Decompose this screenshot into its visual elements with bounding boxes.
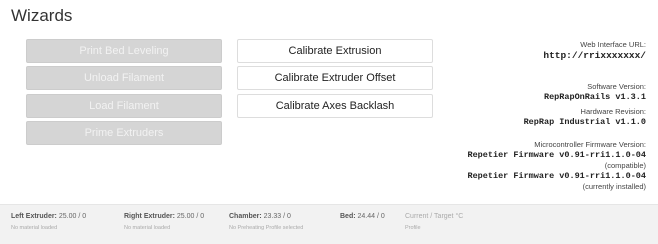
temperature-legend-sub: Profile (405, 225, 421, 231)
right-extruder-status: Right Extruder: 25.00 / 0 No material lo… (124, 213, 204, 231)
software-version-label: Software Version: (587, 82, 646, 91)
chamber-value: 23.33 / 0 (263, 213, 291, 220)
firmware-version-label: Microcontroller Firmware Version: (534, 140, 646, 149)
right-extruder-value: 25.00 / 0 (176, 213, 205, 220)
calibrate-extrusion-button[interactable]: Calibrate Extrusion (237, 39, 433, 63)
print-bed-leveling-button[interactable]: Print Bed Leveling (26, 39, 222, 63)
status-footer: Left Extruder: 25.00 / 0 No material loa… (0, 204, 658, 244)
chamber-profile: No Preheating Profile selected (229, 225, 304, 231)
hardware-revision-label: Hardware Revision: (580, 107, 646, 116)
firmware-installed-value: Repetier Firmware v0.91-rri1.1.0-04 (467, 171, 646, 181)
software-version-value: RepRapOnRails v1.3.1 (543, 92, 646, 102)
bed-value: 24.44 / 0 (357, 213, 385, 220)
temperature-legend: Current / Target °C Profile (405, 213, 463, 231)
left-extruder-label: Left Extruder: (11, 213, 57, 220)
left-extruder-material: No material loaded (11, 225, 58, 231)
load-filament-button[interactable]: Load Filament (26, 94, 222, 118)
bed-label: Bed: (340, 213, 356, 220)
chamber-status: Chamber: 23.33 / 0 No Preheating Profile… (229, 213, 303, 231)
bed-status: Bed: 24.44 / 0 (340, 213, 385, 220)
firmware-compatible-value: Repetier Firmware v0.91-rri1.1.0-04 (467, 150, 646, 160)
prime-extruders-button[interactable]: Prime Extruders (26, 121, 222, 145)
left-extruder-value: 25.00 / 0 (58, 213, 87, 220)
firmware-compatible-note: (compatible) (604, 161, 646, 170)
firmware-version-info: Microcontroller Firmware Version: Repeti… (467, 140, 646, 192)
hardware-revision-info: Hardware Revision: RepRap Industrial v1.… (524, 107, 646, 128)
right-extruder-label: Right Extruder: (124, 213, 175, 220)
chamber-label: Chamber: (229, 213, 262, 220)
page-title: Wizards (11, 6, 73, 25)
unload-filament-button[interactable]: Unload Filament (26, 66, 222, 90)
web-interface-url: http://rrixxxxxxx/ (543, 50, 646, 61)
web-interface-label: Web Interface URL: (580, 40, 646, 49)
left-extruder-status: Left Extruder: 25.00 / 0 No material loa… (11, 213, 86, 231)
hardware-revision-value: RepRap Industrial v1.1.0 (523, 117, 646, 127)
web-interface-info: Web Interface URL: http://rrixxxxxxx/ (543, 40, 646, 61)
temperature-legend-label: Current / Target °C (405, 213, 464, 220)
software-version-info: Software Version: RepRapOnRails v1.3.1 (544, 82, 646, 103)
right-extruder-material: No material loaded (124, 225, 171, 231)
firmware-installed-note: (currently installed) (582, 182, 646, 191)
calibrate-extruder-offset-button[interactable]: Calibrate Extruder Offset (237, 66, 433, 90)
calibrate-axes-backlash-button[interactable]: Calibrate Axes Backlash (237, 94, 433, 118)
